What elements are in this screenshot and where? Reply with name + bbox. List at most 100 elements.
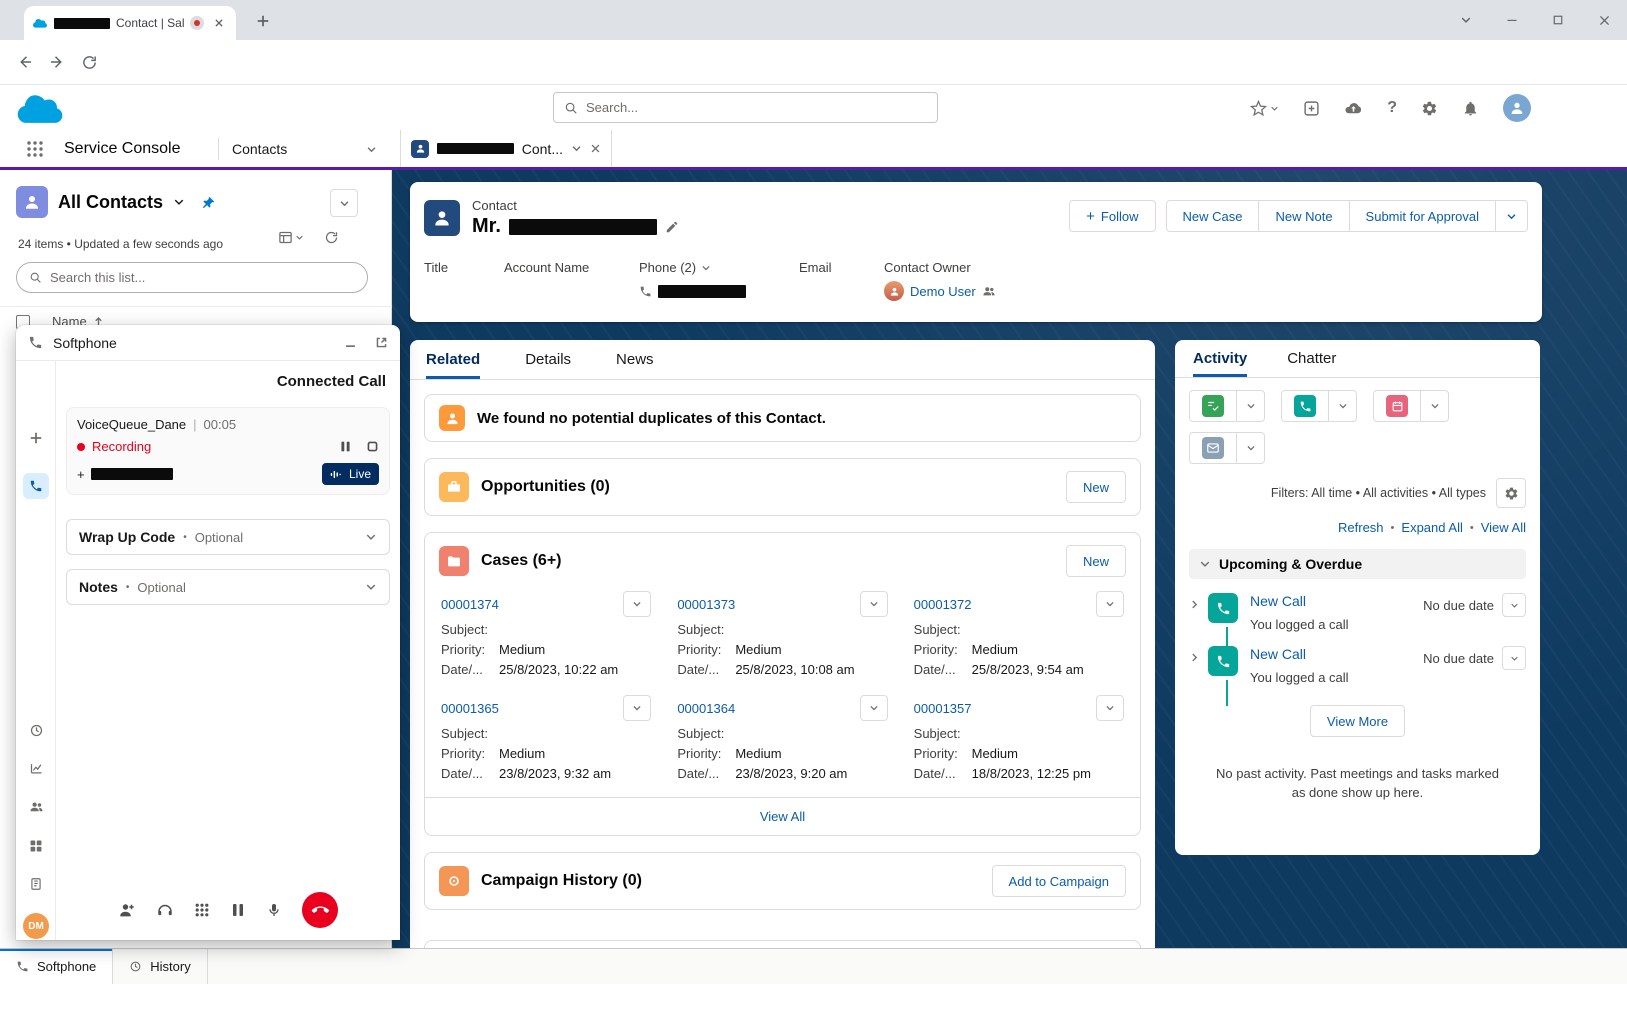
timeline-item-title[interactable]: New Call xyxy=(1250,646,1306,662)
minimize-icon[interactable] xyxy=(344,336,357,349)
case-row-chevron-down-icon[interactable] xyxy=(623,695,651,721)
window-maximize-button[interactable] xyxy=(1535,0,1581,40)
timeline-item-chevron-down-icon[interactable] xyxy=(1502,593,1526,617)
opportunities-new-button[interactable]: New xyxy=(1066,471,1126,503)
softphone-header[interactable]: Softphone xyxy=(16,325,400,361)
tab-chatter[interactable]: Chatter xyxy=(1287,340,1336,377)
expand-all-link[interactable]: Expand All xyxy=(1401,520,1462,535)
pause-recording-icon[interactable] xyxy=(339,440,352,453)
notes-row[interactable]: Notes • Optional xyxy=(66,569,390,605)
app-launcher-icon[interactable] xyxy=(26,140,44,158)
favorites-star-icon[interactable] xyxy=(1250,100,1279,117)
cases-title[interactable]: Cases (6+) xyxy=(481,552,562,570)
add-app-icon[interactable] xyxy=(1303,100,1320,117)
case-number-link[interactable]: 00001373 xyxy=(677,597,735,612)
campaign-history-title[interactable]: Campaign History (0) xyxy=(481,872,642,890)
event-chevron-down-icon[interactable] xyxy=(1420,391,1448,421)
pin-icon[interactable] xyxy=(201,195,216,210)
notes-journal-icon[interactable] xyxy=(23,871,49,897)
window-minimize-button[interactable] xyxy=(1489,0,1535,40)
new-case-button[interactable]: New Case xyxy=(1166,200,1260,232)
mute-mic-icon[interactable] xyxy=(266,902,282,918)
cases-view-all-link[interactable]: View All xyxy=(760,809,805,824)
refresh-link[interactable]: Refresh xyxy=(1338,520,1384,535)
nav-tab-chevron-down-icon[interactable] xyxy=(366,144,377,155)
help-icon[interactable]: ? xyxy=(1387,99,1397,117)
cloud-upload-icon[interactable] xyxy=(1344,99,1363,118)
case-row-chevron-down-icon[interactable] xyxy=(623,591,651,617)
field-label-phone[interactable]: Phone (2) xyxy=(639,260,799,275)
phone-chevron-down-icon[interactable] xyxy=(701,263,711,273)
activity-settings-gear-icon[interactable] xyxy=(1496,478,1526,508)
wrap-up-chevron-down-icon[interactable] xyxy=(365,531,377,543)
keypad-icon[interactable] xyxy=(194,902,210,918)
refresh-icon[interactable] xyxy=(324,230,339,245)
popout-icon[interactable] xyxy=(375,336,388,349)
workspace-tab-chevron-down-icon[interactable] xyxy=(571,143,582,154)
case-row-chevron-down-icon[interactable] xyxy=(860,695,888,721)
new-tab-button[interactable] xyxy=(250,8,276,34)
email-button[interactable] xyxy=(1190,433,1236,463)
workspace-tab-close-icon[interactable] xyxy=(590,143,601,154)
list-view-chevron-down-icon[interactable] xyxy=(173,196,185,208)
more-actions-chevron-down-icon[interactable] xyxy=(1495,200,1528,232)
user-avatar[interactable] xyxy=(1503,94,1531,122)
view-more-button[interactable]: View More xyxy=(1310,705,1405,737)
timeline-expand-chevron-right-icon[interactable] xyxy=(1189,652,1200,663)
case-number-link[interactable]: 00001374 xyxy=(441,597,499,612)
stop-recording-icon[interactable] xyxy=(366,440,379,453)
global-search-input[interactable] xyxy=(586,100,927,115)
new-event-button[interactable] xyxy=(1374,391,1420,421)
global-search[interactable] xyxy=(553,92,938,123)
display-as-icon[interactable] xyxy=(278,230,304,245)
call-chevron-down-icon[interactable] xyxy=(1328,391,1356,421)
workspace-tab-contact[interactable]: Cont... xyxy=(400,130,612,167)
apps-grid-icon[interactable] xyxy=(23,833,49,859)
browser-tab[interactable]: Contact | Sal xyxy=(24,6,236,40)
case-row-chevron-down-icon[interactable] xyxy=(1096,695,1124,721)
contacts-people-icon[interactable] xyxy=(23,793,49,819)
upcoming-overdue-section[interactable]: Upcoming & Overdue xyxy=(1189,549,1526,579)
call-history-clock-icon[interactable] xyxy=(23,717,49,743)
tab-close-icon[interactable] xyxy=(210,14,228,32)
nav-tab-contacts[interactable]: Contacts xyxy=(232,141,287,157)
list-search-input[interactable] xyxy=(50,270,355,285)
add-to-campaign-button[interactable]: Add to Campaign xyxy=(992,865,1126,897)
timeline-expand-chevron-right-icon[interactable] xyxy=(1189,599,1200,610)
new-note-button[interactable]: New Note xyxy=(1258,200,1349,232)
active-call-phone-icon[interactable] xyxy=(23,473,49,499)
case-row-chevron-down-icon[interactable] xyxy=(1096,591,1124,617)
end-call-button[interactable] xyxy=(302,892,338,928)
case-row-chevron-down-icon[interactable] xyxy=(860,591,888,617)
tab-search-icon[interactable] xyxy=(1443,0,1489,40)
tab-news[interactable]: News xyxy=(616,340,654,379)
task-chevron-down-icon[interactable] xyxy=(1236,391,1264,421)
notifications-bell-icon[interactable] xyxy=(1462,100,1479,117)
owner-link[interactable]: Demo User xyxy=(910,284,976,299)
tab-details[interactable]: Details xyxy=(525,340,571,379)
reload-icon[interactable] xyxy=(74,47,104,77)
window-close-button[interactable] xyxy=(1581,0,1627,40)
conference-add-person-icon[interactable] xyxy=(118,901,136,919)
new-task-button[interactable] xyxy=(1190,391,1236,421)
list-controls-chevron-down-icon[interactable] xyxy=(330,189,358,217)
edit-name-pencil-icon[interactable] xyxy=(665,220,679,234)
cases-new-button[interactable]: New xyxy=(1066,545,1126,577)
timeline-item-title[interactable]: New Call xyxy=(1250,593,1306,609)
wrap-up-code-row[interactable]: Wrap Up Code • Optional xyxy=(66,519,390,555)
opportunities-title[interactable]: Opportunities (0) xyxy=(481,478,610,496)
back-icon[interactable] xyxy=(10,47,40,77)
notes-chevron-down-icon[interactable] xyxy=(365,581,377,593)
change-owner-icon[interactable] xyxy=(982,284,996,298)
follow-button[interactable]: + Follow xyxy=(1069,200,1155,232)
setup-gear-icon[interactable] xyxy=(1421,100,1438,117)
forward-icon[interactable] xyxy=(42,47,72,77)
stats-chart-icon[interactable] xyxy=(23,755,49,781)
email-chevron-down-icon[interactable] xyxy=(1236,433,1264,463)
timeline-item-chevron-down-icon[interactable] xyxy=(1502,646,1526,670)
case-number-link[interactable]: 00001364 xyxy=(677,701,735,716)
case-number-link[interactable]: 00001365 xyxy=(441,701,499,716)
submit-for-approval-button[interactable]: Submit for Approval xyxy=(1349,200,1496,232)
tab-activity[interactable]: Activity xyxy=(1193,340,1247,377)
hold-pause-icon[interactable] xyxy=(230,902,246,918)
